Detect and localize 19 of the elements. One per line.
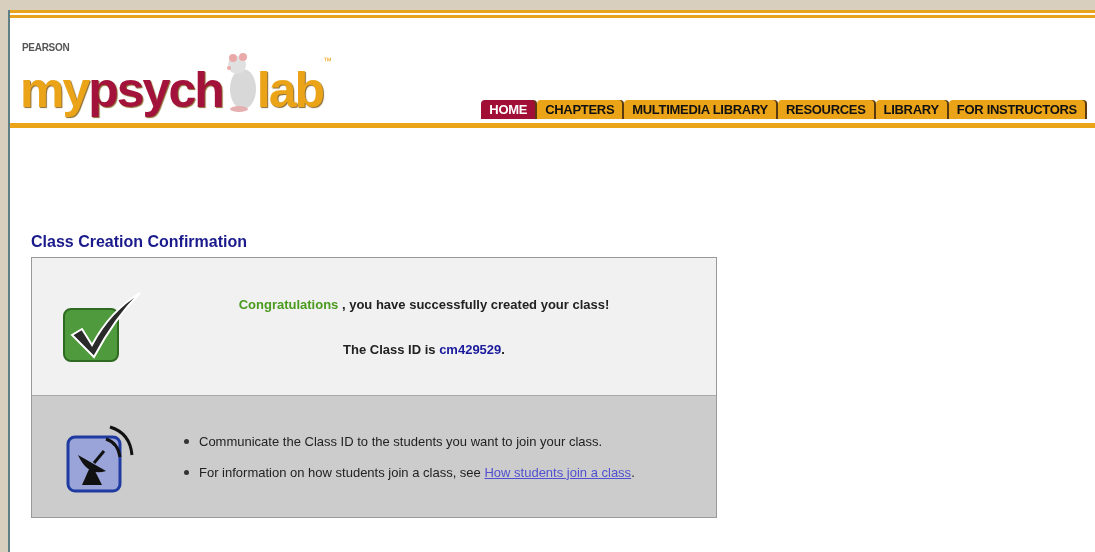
logo-text: my <box>20 65 89 115</box>
checkmark-icon <box>62 290 142 363</box>
nav-tab[interactable]: RESOURCES <box>777 100 874 119</box>
logo-text: psych <box>88 65 223 115</box>
logo-text: lab <box>256 65 324 115</box>
brand-name: PEARSON <box>22 42 71 53</box>
tip-text: For information on how students join a class, see How students join a class. <box>199 464 635 480</box>
bullet-dot <box>184 438 189 444</box>
success-message: Congratulations , you have successfully created your class! <box>238 296 610 312</box>
tip-text: Communicate the Class ID to the students you want to join your class. <box>199 433 603 449</box>
nav-tab[interactable]: HOME <box>481 100 536 119</box>
trademark: ™ <box>323 57 333 66</box>
bullet-dot <box>184 469 189 475</box>
nav-tab[interactable]: LIBRARY <box>875 100 947 119</box>
section-title: Class Creation Confirmation <box>31 233 249 251</box>
nav-tab[interactable]: CHAPTERS <box>537 100 623 119</box>
class-id-text: The Class ID is cm429529. <box>343 341 505 357</box>
nav-tab[interactable]: MULTIMEDIA LIBRARY <box>624 100 776 119</box>
nav-tab[interactable]: FOR INSTRUCTORS <box>948 100 1085 119</box>
